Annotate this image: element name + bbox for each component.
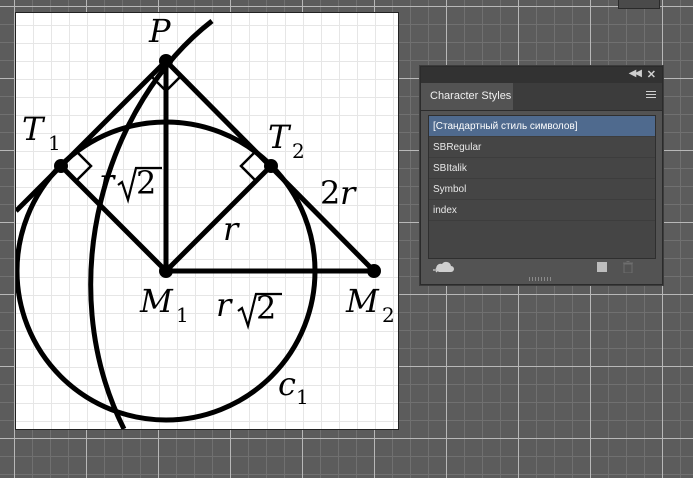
- geometry-figure: [16, 19, 381, 429]
- style-item-default[interactable]: [Стандартный стиль символов]: [429, 116, 655, 137]
- right-angle-t1: [75, 150, 93, 182]
- label-p: P: [149, 12, 171, 50]
- label-r-upper: r: [99, 162, 115, 200]
- label-2r-num: 2: [320, 174, 341, 212]
- point-p: [159, 54, 173, 68]
- style-item-symbol[interactable]: Symbol: [429, 179, 655, 200]
- label-t2-sub: 2: [292, 139, 305, 163]
- label-t1-sub: 1: [48, 131, 61, 155]
- label-m1: M: [140, 282, 173, 320]
- panel-tabbar: Character Styles: [421, 83, 662, 111]
- style-item-sbitalik[interactable]: SBItalik: [429, 158, 655, 179]
- point-t1: [54, 159, 68, 173]
- label-c1-sub: 1: [296, 385, 309, 409]
- close-icon[interactable]: ✕: [647, 68, 656, 81]
- label-r-middle: r: [223, 210, 239, 248]
- point-t2: [264, 159, 278, 173]
- label-m1-sub: 1: [176, 303, 189, 327]
- panel-titlebar[interactable]: ◀◀ ✕: [421, 67, 662, 83]
- label-r-lower: r: [216, 286, 232, 324]
- resize-grip[interactable]: [529, 277, 551, 281]
- top-right-tab[interactable]: [618, 0, 660, 9]
- panel-menu-icon[interactable]: [646, 91, 656, 100]
- label-sqrt2-lower: 2: [256, 289, 277, 327]
- label-t1: T: [22, 110, 44, 148]
- label-sqrt2-upper: 2: [136, 164, 157, 202]
- collapse-icon[interactable]: ◀◀: [629, 68, 642, 79]
- new-style-icon[interactable]: [597, 262, 607, 272]
- label-t2: T: [268, 118, 290, 156]
- trash-icon[interactable]: [623, 261, 633, 273]
- styles-list[interactable]: [Стандартный стиль символов] SBRegular S…: [428, 115, 656, 259]
- label-m2-sub: 2: [382, 303, 395, 327]
- point-m2: [367, 264, 381, 278]
- character-styles-panel: ◀◀ ✕ Character Styles [Стандартный стиль…: [420, 66, 663, 285]
- style-item-index[interactable]: index: [429, 200, 655, 221]
- arc-line: [88, 19, 214, 429]
- style-item-sbregular[interactable]: SBRegular: [429, 137, 655, 158]
- document-canvas[interactable]: P T 1 T 2 r 2 2 r r M 1 r 2 M 2 c 1: [15, 12, 399, 430]
- panel-footer: [421, 260, 662, 276]
- label-2r-r: r: [340, 174, 356, 212]
- point-m1: [159, 264, 173, 278]
- cloud-library-icon[interactable]: [433, 260, 455, 274]
- label-m2: M: [346, 282, 379, 320]
- right-angle-t2: [239, 150, 257, 182]
- tab-character-styles[interactable]: Character Styles: [421, 83, 513, 110]
- label-c1: c: [278, 365, 296, 403]
